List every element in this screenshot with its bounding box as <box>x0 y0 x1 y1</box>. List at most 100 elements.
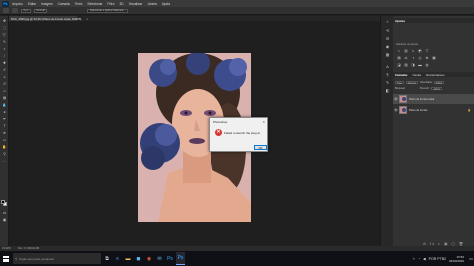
posterize-icon[interactable]: ▨ <box>404 63 408 67</box>
photoshop-taskbar-icon[interactable]: Ps <box>166 252 175 265</box>
path-selection-tool-icon[interactable]: ➤ <box>2 131 7 135</box>
healing-brush-tool-icon[interactable]: ✚ <box>2 61 7 65</box>
feather-field[interactable]: 0 px <box>21 8 31 13</box>
move-tool-icon[interactable]: ✥ <box>2 19 7 23</box>
collapse-icon[interactable]: » <box>385 19 390 24</box>
close-tab-icon[interactable]: × <box>86 17 88 21</box>
gradient-tool-icon[interactable]: ▤ <box>2 96 7 100</box>
pen-tool-icon[interactable]: ✒ <box>2 117 7 121</box>
layer-name[interactable]: Plano de Fundo cópia <box>409 98 434 101</box>
marquee-tool-icon[interactable] <box>3 8 9 13</box>
edge-icon[interactable]: e <box>113 252 122 265</box>
properties-icon[interactable]: ☰ <box>385 36 390 41</box>
type-tool-icon[interactable]: T <box>2 124 7 128</box>
exposure-icon[interactable]: ◩ <box>418 49 422 53</box>
hand-tool-icon[interactable]: ✋ <box>2 145 7 149</box>
menu-janela[interactable]: Janela <box>147 2 156 6</box>
levels-icon[interactable]: ▥ <box>404 49 408 53</box>
chevron-up-icon[interactable]: ˄ <box>413 257 415 261</box>
invert-icon[interactable]: ◪ <box>397 63 401 67</box>
swatches-icon[interactable]: ▦ <box>385 52 390 57</box>
menu-imagem[interactable]: Imagem <box>41 2 53 6</box>
zoom-tool-icon[interactable]: ⚲ <box>2 152 7 156</box>
task-view-icon[interactable]: ⧉ <box>103 252 112 265</box>
blur-tool-icon[interactable]: 💧 <box>2 103 7 107</box>
layer-row-plano-de-fundo[interactable]: 👁 Plano de Fundo 🔒 <box>393 105 474 115</box>
menu-camada[interactable]: Camada <box>58 2 70 6</box>
zoom-level[interactable]: 33,33% <box>0 247 14 250</box>
tab-demarcadores[interactable]: Demarcadores <box>426 73 444 77</box>
menu-visualizar[interactable]: Visualizar <box>129 2 143 6</box>
quick-select-tool-icon[interactable]: ✎ <box>2 40 7 44</box>
notifications-icon[interactable]: ▭ <box>468 256 474 261</box>
eraser-tool-icon[interactable]: ▱ <box>2 89 7 93</box>
brush-settings-icon[interactable]: ✎ <box>385 80 390 85</box>
brush-tool-icon[interactable]: ✐ <box>2 68 7 72</box>
foreground-color-swatch[interactable] <box>1 200 5 204</box>
screen-mode-icon[interactable]: ▣ <box>2 218 7 222</box>
start-button[interactable] <box>0 251 12 266</box>
tab-ajustes[interactable]: Ajustes <box>395 19 405 23</box>
menu-ajuda[interactable]: Ajuda <box>162 2 170 6</box>
tab-canais[interactable]: Canais <box>412 73 421 77</box>
mail-icon[interactable]: ✉ <box>155 252 164 265</box>
styles-icon[interactable]: ◧ <box>385 88 390 93</box>
marquee-tool-icon[interactable]: ⬚ <box>2 26 7 30</box>
options-bar: 0 px Normal Selecionar e Aplicar Máscara… <box>0 7 474 15</box>
layer-name[interactable]: Plano de Fundo <box>409 109 427 112</box>
store-icon[interactable]: ◼ <box>134 252 143 265</box>
selective-color-icon[interactable]: ◍ <box>425 63 429 67</box>
language-indicator[interactable]: POR PTB2 <box>429 257 446 261</box>
new-selection-icon[interactable] <box>12 8 18 13</box>
taskbar-search[interactable]: ⚲ Digite aqui para pesquisar <box>13 253 101 264</box>
shape-tool-icon[interactable]: ▭ <box>2 138 7 142</box>
file-explorer-icon[interactable]: ▬ <box>124 252 133 265</box>
ok-button[interactable]: OK <box>254 145 267 150</box>
opacity-field[interactable]: 100% <box>433 80 445 85</box>
menu-selecionar[interactable]: Selecionar <box>87 2 102 6</box>
quick-mask-icon[interactable]: ◘ <box>2 211 7 215</box>
gradient-map-icon[interactable]: ▬ <box>418 63 422 67</box>
style-select[interactable]: Normal <box>33 8 48 13</box>
lock-icon: 🔒 <box>467 108 471 112</box>
menu-filtro[interactable]: Filtro <box>107 2 114 6</box>
layer-filter-select[interactable]: Tipo <box>395 80 404 85</box>
menu-editar[interactable]: Editar <box>28 2 36 6</box>
dodge-tool-icon[interactable]: ● <box>2 110 7 114</box>
network-icon[interactable]: ◔ <box>418 257 420 261</box>
paragraph-icon[interactable]: ¶ <box>385 72 390 77</box>
channel-mixer-icon[interactable]: ⊕ <box>425 56 429 60</box>
color-lookup-icon[interactable]: ▦ <box>432 56 436 60</box>
eyedropper-tool-icon[interactable]: ⁄ <box>2 54 7 58</box>
volume-icon[interactable]: ◀ <box>423 257 426 261</box>
color-icon[interactable]: ◉ <box>385 44 390 49</box>
hue-saturation-icon[interactable]: ▤ <box>397 56 401 60</box>
photoshop-active-icon[interactable]: Ps <box>176 252 185 265</box>
layer-row-plano-de-fundo-copia[interactable]: 👁 Plano de Fundo cópia <box>393 94 474 104</box>
threshold-icon[interactable]: ◨ <box>411 63 415 67</box>
close-icon[interactable]: × <box>263 119 265 124</box>
select-and-mask-button[interactable]: Selecionar e Aplicar Máscara... <box>87 8 129 13</box>
fill-field[interactable]: 100% <box>431 86 442 91</box>
curves-icon[interactable]: ∿ <box>411 49 415 53</box>
blend-mode-select[interactable]: Normal <box>405 80 418 85</box>
menu-arquivo[interactable]: Arquivo <box>12 2 23 6</box>
chrome-icon[interactable]: ◉ <box>145 252 154 265</box>
black-white-icon[interactable]: ◑ <box>411 56 415 60</box>
crop-tool-icon[interactable]: ⌗ <box>2 47 7 51</box>
clock[interactable]: 15:50 26/03/2020 <box>449 255 464 263</box>
photo-filter-icon[interactable]: ◎ <box>418 56 422 60</box>
system-tray: ˄ ◔ ◀ POR PTB2 15:50 26/03/2020 ▭ <box>413 251 474 266</box>
vibrance-icon[interactable]: ▽ <box>425 49 429 53</box>
brightness-icon[interactable]: ☼ <box>397 49 401 53</box>
clone-stamp-tool-icon[interactable]: ⊥ <box>2 75 7 79</box>
character-icon[interactable]: A <box>385 64 390 69</box>
menu-texto[interactable]: Texto <box>75 2 83 6</box>
lasso-tool-icon[interactable]: ➰ <box>2 33 7 37</box>
history-icon[interactable]: ⟲ <box>385 28 390 33</box>
more-tools-icon[interactable]: … <box>2 159 7 163</box>
menu-3d[interactable]: 3D <box>120 2 124 6</box>
color-balance-icon[interactable]: ⚖ <box>404 56 408 60</box>
history-brush-tool-icon[interactable]: ↺ <box>2 82 7 86</box>
tab-camadas[interactable]: Camadas <box>395 73 407 77</box>
